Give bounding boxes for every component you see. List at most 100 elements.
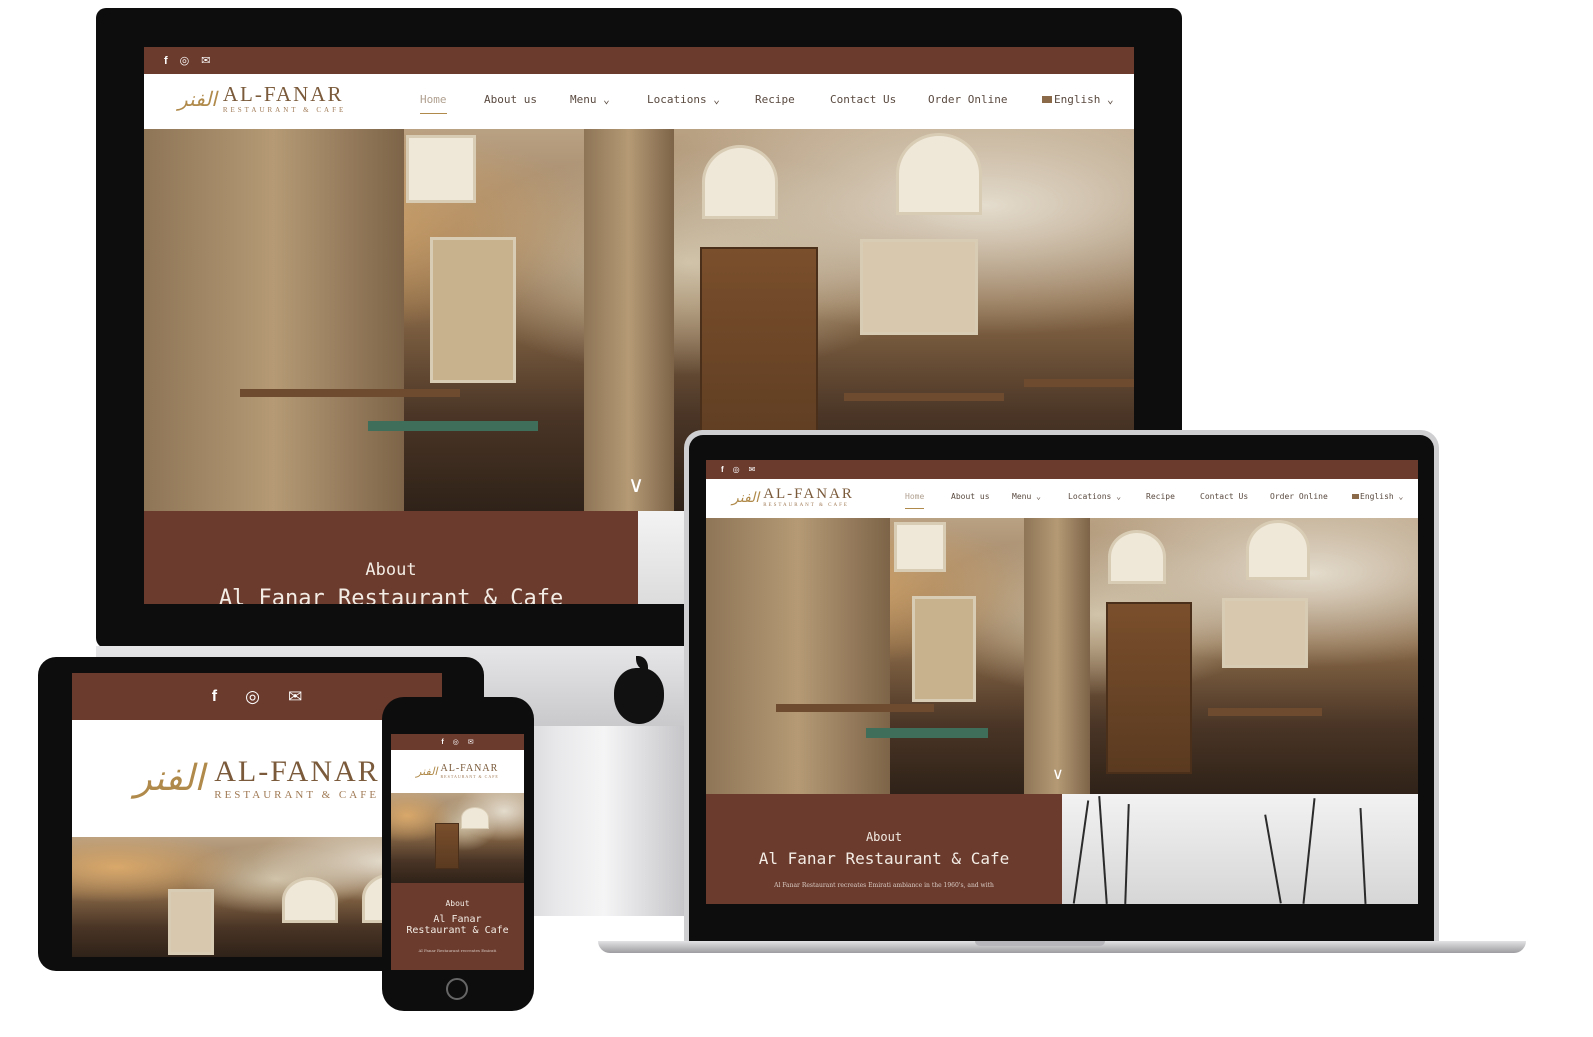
- shutter-window: [430, 237, 516, 383]
- boat-mast: [1359, 808, 1367, 904]
- stone-pillar: [1024, 518, 1090, 794]
- nav-order[interactable]: Order Online: [1270, 492, 1328, 501]
- chevron-down-icon: ⌄: [1106, 93, 1114, 106]
- instagram-icon[interactable]: ◎: [245, 687, 260, 707]
- boat-mast: [1124, 803, 1130, 904]
- nav-about[interactable]: About us: [484, 93, 537, 106]
- table: [1208, 708, 1322, 716]
- desktop-topbar: f ◎ ✉: [144, 47, 1134, 74]
- facebook-icon[interactable]: f: [164, 55, 168, 67]
- wooden-cabinet: [435, 823, 459, 869]
- table: [776, 704, 934, 712]
- phone-topbar: f ◎ ✉: [391, 734, 524, 750]
- logo-subtitle: RESTAURANT & CAFE: [222, 106, 347, 114]
- phone-hero-image: [391, 793, 524, 883]
- logo-subtitle: RESTAURANT & CAFE: [763, 503, 849, 508]
- mail-icon[interactable]: ✉: [468, 738, 474, 746]
- about-label: About: [865, 830, 903, 844]
- facebook-icon[interactable]: f: [721, 465, 724, 474]
- about-label: About: [445, 899, 470, 908]
- nav-recipe[interactable]: Recipe: [755, 93, 795, 106]
- stone-pillar: [706, 518, 890, 794]
- nav-locations[interactable]: Locations ⌄: [1068, 492, 1121, 501]
- apple-logo-icon: [614, 668, 664, 724]
- tablet-logo[interactable]: الفنر AL-FANAR RESTAURANT & CAFE: [134, 754, 380, 801]
- nav-contact[interactable]: Contact Us: [1200, 492, 1248, 501]
- nav-contact[interactable]: Contact Us: [830, 93, 896, 106]
- laptop-notch: [975, 941, 1105, 946]
- phone-about-section: About Al Fanar Restaurant & Cafe Al Fana…: [391, 883, 524, 970]
- mail-icon[interactable]: ✉: [749, 465, 756, 474]
- shutter-window: [168, 889, 214, 955]
- logo-title: AL-FANAR: [214, 754, 380, 788]
- table: [1024, 379, 1134, 387]
- desktop-navbar: الفنر AL-FANAR RESTAURANT & CAFE Home Ab…: [144, 74, 1134, 129]
- about-title-line2: Restaurant & Cafe: [406, 925, 509, 936]
- sun-window: [1108, 530, 1166, 584]
- facebook-icon[interactable]: f: [441, 739, 443, 746]
- wooden-cabinet: [1106, 602, 1192, 774]
- table: [368, 421, 538, 431]
- nav-locations-label: Locations: [1068, 492, 1112, 501]
- nav-locations-label: Locations: [647, 93, 707, 106]
- boat-mast: [1098, 796, 1108, 904]
- shutter-window: [912, 596, 976, 702]
- desktop-logo[interactable]: الفنر AL-FANAR RESTAURANT & CAFE: [178, 84, 346, 114]
- nav-recipe[interactable]: Recipe: [1146, 492, 1175, 501]
- logo-title: AL-FANAR: [222, 82, 344, 106]
- phone-navbar: الفنر AL-FANAR RESTAURANT & CAFE: [391, 750, 524, 793]
- nav-menu[interactable]: Menu ⌄: [1012, 492, 1041, 501]
- instagram-icon[interactable]: ◎: [453, 738, 459, 746]
- scroll-down-icon[interactable]: ∨: [628, 473, 644, 498]
- instagram-icon[interactable]: ◎: [733, 465, 740, 474]
- language-label: English: [1360, 492, 1394, 501]
- table: [844, 393, 1004, 401]
- nav-locations[interactable]: Locations ⌄: [647, 93, 720, 106]
- chevron-down-icon: ⌄: [603, 93, 610, 106]
- logo-title: AL-FANAR: [763, 486, 854, 502]
- mail-icon[interactable]: ✉: [288, 687, 302, 707]
- phone-home-button[interactable]: [446, 978, 468, 1000]
- stone-pillar: [144, 129, 404, 511]
- chevron-down-icon: ⌄: [1036, 492, 1041, 501]
- laptop-logo[interactable]: الفنر AL-FANAR RESTAURANT & CAFE: [732, 486, 854, 509]
- nav-menu-label: Menu: [1012, 492, 1032, 501]
- about-label: About: [365, 560, 417, 580]
- table: [240, 389, 460, 397]
- nav-about[interactable]: About us: [951, 492, 990, 501]
- about-title: Al Fanar Restaurant & Cafe: [218, 586, 564, 604]
- facebook-icon[interactable]: f: [212, 688, 217, 706]
- mail-icon[interactable]: ✉: [201, 54, 210, 67]
- lattice-window: [406, 135, 476, 203]
- about-text: Al Fanar Restaurant recreates Emirati: [418, 948, 497, 953]
- language-selector[interactable]: English ⌄: [1042, 93, 1114, 106]
- chevron-down-icon: ⌄: [713, 93, 720, 106]
- sun-window: [282, 877, 338, 923]
- about-title-line1: Al Fanar: [433, 914, 482, 925]
- phone-logo[interactable]: الفنر AL-FANAR RESTAURANT & CAFE: [416, 764, 499, 779]
- laptop-hero-image: ∨: [706, 518, 1418, 794]
- scroll-down-icon[interactable]: ∨: [1052, 764, 1064, 783]
- language-selector[interactable]: English ⌄: [1352, 492, 1403, 501]
- flag-icon: [1042, 96, 1052, 103]
- language-label: English: [1054, 93, 1101, 106]
- shutter-window: [1222, 598, 1308, 668]
- nav-menu[interactable]: Menu ⌄: [570, 93, 610, 106]
- laptop-about-section: About Al Fanar Restaurant & Cafe Al Fana…: [706, 794, 1062, 904]
- chevron-down-icon: ⌄: [1116, 492, 1122, 501]
- boat-mast: [1072, 800, 1090, 904]
- instagram-icon[interactable]: ◎: [180, 54, 190, 67]
- nav-order[interactable]: Order Online: [928, 93, 1007, 106]
- sun-window: [1246, 520, 1310, 580]
- flag-icon: [1352, 494, 1359, 499]
- lattice-window: [894, 522, 946, 572]
- shutter-window: [860, 239, 978, 335]
- logo-arabic: الفنر: [732, 489, 760, 506]
- nav-home[interactable]: Home: [905, 492, 925, 509]
- logo-subtitle: RESTAURANT & CAFE: [440, 774, 499, 779]
- laptop-site: f ◎ ✉ الفنر AL-FANAR RESTAURANT & CAFE H…: [706, 460, 1418, 904]
- logo-arabic: الفنر: [178, 87, 217, 111]
- stone-pillar: [584, 129, 674, 511]
- phone-site: f ◎ ✉ الفنر AL-FANAR RESTAURANT & CAFE A…: [391, 734, 524, 970]
- nav-home[interactable]: Home: [420, 93, 447, 114]
